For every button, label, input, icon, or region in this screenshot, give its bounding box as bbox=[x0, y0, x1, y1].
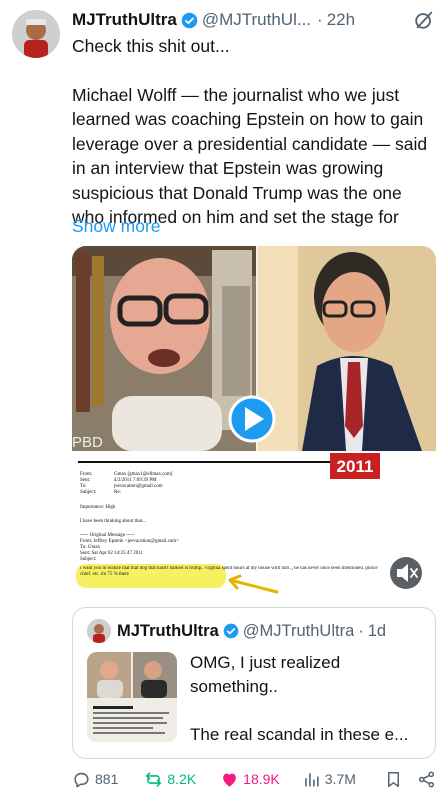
email-sent-value: 4/2/2011 7:09:39 PM bbox=[114, 478, 157, 483]
post-text-line1: Check this shit out... bbox=[72, 36, 230, 56]
bookmark-button[interactable] bbox=[384, 770, 403, 789]
quote-text: OMG, I just realized something.. The rea… bbox=[190, 651, 424, 747]
reply-count: 881 bbox=[95, 771, 119, 787]
author-handle[interactable]: @MJTruthUl... bbox=[202, 10, 311, 30]
author-name[interactable]: MJTruthUltra bbox=[72, 10, 177, 30]
quote-separator-dot: · bbox=[358, 621, 364, 640]
quote-author-handle: @MJTruthUltra bbox=[242, 621, 355, 640]
separator-dot: · bbox=[317, 10, 323, 29]
email-quote: i want you to realize that that dog that… bbox=[80, 566, 378, 577]
like-count: 18.9K bbox=[243, 771, 280, 787]
media-image: PBD 2011 From: Gmax [gmax1@ellmax.com] S… bbox=[72, 246, 436, 603]
email-subject-label: Subject: bbox=[80, 490, 96, 495]
quote-text-line2: The real scandal in these e... bbox=[190, 725, 409, 744]
year-badge: 2011 bbox=[337, 457, 374, 476]
repost-button[interactable]: 8.2K bbox=[144, 770, 196, 789]
grok-icon[interactable] bbox=[413, 9, 435, 31]
email-to2: To: Gmax bbox=[80, 545, 101, 550]
email-line-a: I have been thinking about that... bbox=[80, 519, 146, 524]
show-more-link[interactable]: Show more bbox=[72, 216, 161, 237]
email-subject-value: Re: bbox=[114, 490, 121, 495]
media-watermark: PBD bbox=[72, 434, 103, 451]
reply-button[interactable]: 881 bbox=[72, 770, 118, 789]
post-header: MJTruthUltra @MJTruthUl... · 22h bbox=[72, 8, 435, 32]
quote-author-avatar bbox=[87, 619, 111, 643]
email-subject2: Subject: bbox=[80, 557, 96, 562]
quote-header: MJTruthUltra @MJTruthUltra · 1d bbox=[117, 619, 427, 643]
email-from2: From: Jeffrey Epstein <jeevacation@gmail… bbox=[80, 539, 179, 544]
email-from-label: From: bbox=[80, 472, 92, 477]
post-text: Check this shit out... Michael Wolff — t… bbox=[72, 34, 436, 230]
verified-badge-icon bbox=[181, 12, 198, 28]
quote-author-name: MJTruthUltra bbox=[117, 621, 219, 640]
views-count: 3.7M bbox=[324, 771, 356, 787]
quote-thumbnail bbox=[87, 652, 177, 742]
reply-icon bbox=[74, 772, 89, 787]
post-text-body: Michael Wolff — the journalist who we ju… bbox=[72, 84, 428, 228]
email-original-message: ----- Original Message ----- bbox=[80, 533, 135, 538]
author-avatar[interactable] bbox=[12, 10, 60, 58]
email-to-label: To: bbox=[80, 484, 87, 489]
share-button[interactable] bbox=[417, 770, 436, 789]
quote-tweet[interactable]: MJTruthUltra @MJTruthUltra · 1d OMG, I j… bbox=[72, 607, 436, 759]
email-from-value: Gmax [gmax1@ellmax.com] bbox=[114, 472, 173, 477]
bookmark-icon bbox=[387, 771, 400, 787]
email-sent2: Sent: Sat Apr 02 14:25:47 2011 bbox=[80, 551, 144, 556]
share-icon bbox=[418, 771, 435, 787]
quote-time: 1d bbox=[367, 621, 387, 640]
quote-verified-badge-icon bbox=[223, 623, 239, 639]
views-icon bbox=[304, 772, 319, 787]
action-bar: 881 8.2K 18.9K 3.7M bbox=[72, 766, 436, 792]
post-media[interactable]: PBD 2011 From: Gmax [gmax1@ellmax.com] S… bbox=[72, 246, 436, 603]
email-importance: Importance: High bbox=[80, 505, 116, 510]
quote-text-line1: OMG, I just realized something.. bbox=[190, 653, 341, 696]
email-to-value: jeevacation@gmail.com bbox=[113, 484, 163, 489]
repost-count: 8.2K bbox=[167, 771, 197, 787]
like-button[interactable]: 18.9K bbox=[220, 770, 280, 789]
email-sent-label: Sent: bbox=[80, 478, 90, 483]
repost-icon bbox=[146, 771, 162, 787]
post-time[interactable]: 22h bbox=[327, 10, 355, 30]
views-button[interactable]: 3.7M bbox=[302, 770, 356, 789]
heart-icon bbox=[223, 773, 237, 787]
